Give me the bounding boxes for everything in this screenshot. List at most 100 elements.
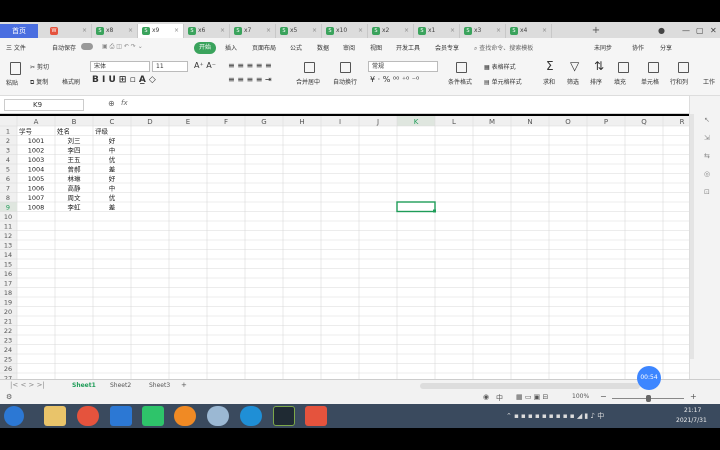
- home-tab[interactable]: 首页: [0, 24, 38, 38]
- video-app-icon[interactable]: [142, 406, 164, 426]
- cell-A7[interactable]: 1006: [28, 185, 45, 193]
- unsynced-button[interactable]: 未同步: [594, 43, 612, 52]
- row-header-16[interactable]: 16: [4, 270, 12, 278]
- menu-file[interactable]: 三 文件: [6, 43, 26, 52]
- column-header-J[interactable]: J: [376, 118, 379, 126]
- row-header-23[interactable]: 23: [4, 337, 12, 345]
- paste-icon[interactable]: [10, 62, 21, 75]
- clock-time[interactable]: 21:17: [684, 407, 701, 414]
- row-header-9[interactable]: 9: [6, 204, 10, 212]
- file-explorer-icon[interactable]: [44, 406, 66, 426]
- collaborate-button[interactable]: 协作: [632, 43, 644, 52]
- align-vertical-buttons[interactable]: ≡ ≡ ≡ ≡ ≡: [228, 61, 272, 70]
- number-format-buttons[interactable]: ¥ · % ⁰⁰ ⁺⁰ ⁻⁰: [370, 75, 419, 84]
- font-grow-shrink[interactable]: A⁺ A⁻: [194, 61, 216, 70]
- column-header-G[interactable]: G: [261, 118, 266, 126]
- row-header-11[interactable]: 11: [4, 223, 12, 231]
- fill-label[interactable]: 填充: [614, 77, 626, 86]
- sort-label[interactable]: 排序: [590, 77, 602, 86]
- formula-input[interactable]: [136, 99, 686, 111]
- row-header-24[interactable]: 24: [4, 346, 12, 354]
- panel-format-icon[interactable]: ⇲: [704, 134, 710, 142]
- cell-A3[interactable]: 1002: [28, 147, 45, 155]
- paste-label[interactable]: 粘贴: [6, 78, 18, 87]
- filter-icon[interactable]: ▽: [570, 59, 579, 73]
- minimize-icon[interactable]: —: [682, 24, 690, 38]
- row-header-10[interactable]: 10: [4, 213, 12, 221]
- zoom-slider-thumb[interactable]: [646, 395, 651, 402]
- cell-A1[interactable]: 学号: [19, 127, 33, 136]
- cell-B6[interactable]: 林琳: [68, 174, 82, 183]
- column-header-C[interactable]: C: [110, 118, 115, 126]
- chrome-icon[interactable]: [77, 406, 99, 426]
- row-header-5[interactable]: 5: [6, 166, 10, 174]
- menu-member[interactable]: 会员专享: [435, 43, 459, 52]
- tray-icons[interactable]: ⌃ ▪ ▪ ▪ ▪ ▪ ▪ ▪ ▪ ▪ ◢ ▮ ♪ 中: [506, 411, 604, 421]
- column-header-Q[interactable]: Q: [641, 118, 647, 126]
- row-header-2[interactable]: 2: [6, 137, 10, 145]
- document-tab[interactable]: Sx6 ×: [184, 24, 230, 38]
- ie-icon[interactable]: [240, 406, 262, 426]
- vertical-scrollbar[interactable]: [690, 114, 694, 359]
- cell-B8[interactable]: 周文: [68, 193, 82, 202]
- fill-handle[interactable]: [433, 209, 436, 213]
- merge-center-label[interactable]: 合并居中: [296, 77, 320, 86]
- cell-A4[interactable]: 1003: [28, 156, 45, 164]
- recording-timer[interactable]: 00:54: [637, 366, 661, 390]
- menu-page-layout[interactable]: 页面布局: [252, 43, 276, 52]
- wps-icon[interactable]: [305, 406, 327, 426]
- close-tab-icon[interactable]: ×: [128, 24, 133, 38]
- format-painter-button[interactable]: 格式刷: [62, 77, 80, 86]
- document-tab[interactable]: Sx3 ×: [460, 24, 506, 38]
- cell-B1[interactable]: 姓名: [57, 127, 70, 136]
- column-header-K[interactable]: K: [414, 118, 419, 126]
- cell-style-button[interactable]: ▤ 单元格样式: [484, 77, 522, 86]
- conditional-format-label[interactable]: 条件格式: [448, 77, 472, 86]
- row-header-19[interactable]: 19: [4, 299, 12, 307]
- document-tab[interactable]: Sx9 ×: [138, 24, 184, 38]
- zoom-formula-icon[interactable]: ⊕: [108, 99, 115, 108]
- merge-center-icon[interactable]: [304, 62, 315, 73]
- column-header-A[interactable]: A: [34, 118, 39, 126]
- close-tab-icon[interactable]: ×: [404, 24, 409, 38]
- cell-A9[interactable]: 1008: [28, 204, 45, 212]
- copy-button[interactable]: ⧉ 复制: [30, 77, 48, 87]
- row-header-20[interactable]: 20: [4, 308, 12, 316]
- close-icon[interactable]: ✕: [710, 24, 717, 38]
- column-header-E[interactable]: E: [186, 118, 190, 126]
- row-header-4[interactable]: 4: [6, 156, 10, 164]
- cell-A6[interactable]: 1005: [28, 175, 45, 183]
- column-header-P[interactable]: P: [604, 118, 608, 126]
- row-header-12[interactable]: 12: [4, 232, 12, 240]
- column-header-N[interactable]: N: [527, 118, 532, 126]
- document-tab[interactable]: Sx8 ×: [92, 24, 138, 38]
- row-col-icon[interactable]: [678, 62, 689, 73]
- close-tab-icon[interactable]: ×: [312, 24, 317, 38]
- menu-start[interactable]: 开始: [194, 42, 216, 54]
- document-tab[interactable]: Sx2 ×: [368, 24, 414, 38]
- row-header-8[interactable]: 8: [6, 194, 10, 202]
- row-col-label[interactable]: 行和列: [670, 77, 688, 86]
- close-tab-icon[interactable]: ×: [266, 24, 271, 38]
- pycharm-icon[interactable]: [273, 406, 295, 426]
- eye-icon[interactable]: ◉: [483, 393, 489, 401]
- fill-icon[interactable]: [618, 62, 629, 73]
- row-header-18[interactable]: 18: [4, 289, 12, 297]
- cell-B4[interactable]: 王五: [68, 156, 82, 164]
- avatar[interactable]: ●: [658, 24, 665, 38]
- cut-button[interactable]: ✂ 剪切: [30, 62, 49, 71]
- app-blue-icon[interactable]: [110, 406, 132, 426]
- quick-access-icons[interactable]: ▣ ⎙ ◫ ↶ ↷ ⌄: [102, 43, 143, 51]
- close-tab-icon[interactable]: ×: [450, 24, 455, 38]
- wrap-text-label[interactable]: 自动换行: [333, 77, 357, 86]
- number-format-select[interactable]: 常规: [368, 61, 438, 72]
- share-button[interactable]: 分享: [660, 43, 672, 52]
- cell-B3[interactable]: 李四: [68, 146, 81, 155]
- cell-C3[interactable]: 中: [109, 146, 116, 155]
- menu-data[interactable]: 数据: [317, 43, 329, 52]
- autosave-toggle[interactable]: [81, 43, 93, 50]
- wrap-text-icon[interactable]: [340, 62, 351, 73]
- cell-B9[interactable]: 李虹: [68, 203, 82, 212]
- row-header-21[interactable]: 21: [4, 318, 12, 326]
- macro-icon[interactable]: ⚙: [6, 393, 12, 401]
